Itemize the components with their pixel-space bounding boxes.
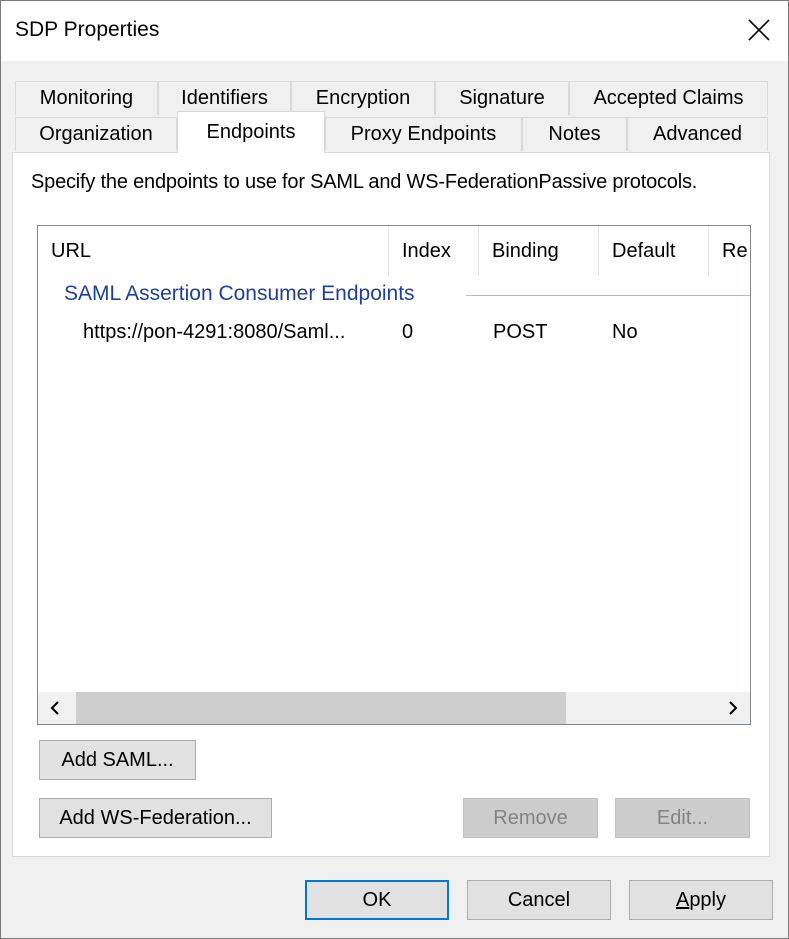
close-button[interactable] [730,1,788,59]
apply-accelerator: A [675,888,690,911]
column-header-binding[interactable]: Binding [479,226,599,276]
tab-identifiers[interactable]: Identifiers [158,81,291,115]
scrollbar-thumb[interactable] [76,692,566,724]
group-header: SAML Assertion Consumer Endpoints [64,282,415,305]
group-divider [466,295,750,296]
close-icon [748,19,770,41]
endpoints-list[interactable]: URL Index Binding Default Re SAML Assert… [37,225,751,725]
edit-button[interactable]: Edit... [615,798,750,838]
tab-signature[interactable]: Signature [435,81,569,115]
endpoint-url: https://pon-4291:8080/Saml... [83,321,346,343]
tab-notes[interactable]: Notes [522,117,627,151]
apply-label-rest: pply [689,888,727,911]
list-item[interactable]: https://pon-4291:8080/Saml... 0 POST No [38,321,750,351]
tab-organization[interactable]: Organization [15,117,177,151]
scroll-right-button[interactable] [716,692,750,724]
tab-monitoring[interactable]: Monitoring [15,81,158,115]
cancel-button[interactable]: Cancel [467,880,611,920]
tab-endpoints[interactable]: Endpoints [177,111,325,153]
ok-button[interactable]: OK [305,880,449,920]
properties-dialog: SDP Properties Monitoring Identifiers En… [0,0,789,939]
add-ws-federation-button[interactable]: Add WS-Federation... [39,798,272,838]
tab-advanced[interactable]: Advanced [627,117,768,151]
tab-encryption[interactable]: Encryption [291,81,435,115]
window-title: SDP Properties [15,18,160,41]
scroll-left-button[interactable] [38,692,72,724]
column-header-re[interactable]: Re [709,226,750,276]
apply-button[interactable]: Apply [629,880,773,920]
chevron-left-icon [50,701,59,715]
tab-proxy-endpoints[interactable]: Proxy Endpoints [325,117,522,151]
column-header-url[interactable]: URL [38,226,389,276]
panel-description: Specify the endpoints to use for SAML an… [31,171,698,193]
list-header: URL Index Binding Default Re [38,226,750,276]
tab-accepted-claims[interactable]: Accepted Claims [569,81,768,115]
add-saml-button[interactable]: Add SAML... [39,740,196,780]
endpoint-default: No [612,321,638,343]
endpoint-index: 0 [402,321,414,343]
chevron-right-icon [729,701,738,715]
column-header-index[interactable]: Index [389,226,479,276]
endpoints-tab-panel: Specify the endpoints to use for SAML an… [12,152,770,857]
endpoint-binding: POST [493,321,548,343]
column-header-default[interactable]: Default [599,226,709,276]
title-bar: SDP Properties [1,1,788,61]
horizontal-scrollbar[interactable] [38,692,750,724]
remove-button[interactable]: Remove [463,798,598,838]
